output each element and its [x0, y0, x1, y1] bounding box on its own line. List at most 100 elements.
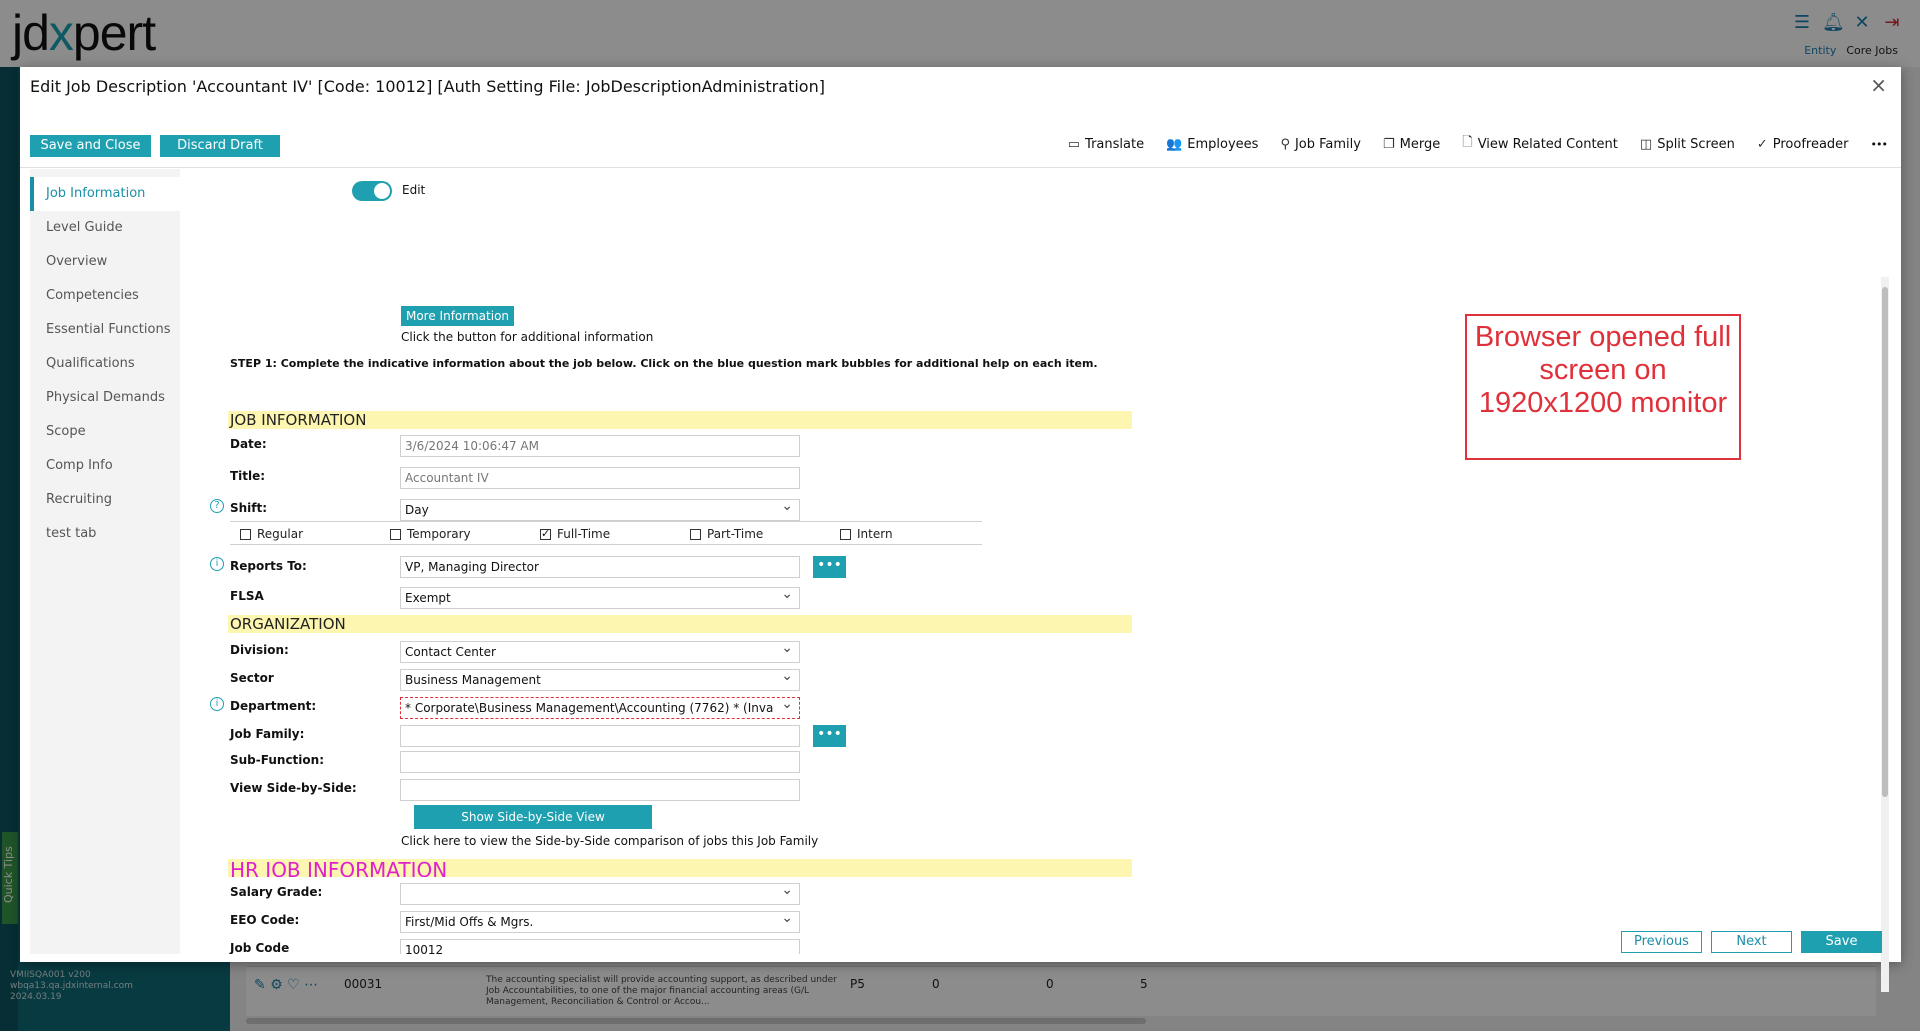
- checkbox-box[interactable]: [840, 528, 851, 540]
- salary-grade-select[interactable]: [400, 883, 800, 905]
- merge-button[interactable]: ❐ Merge: [1383, 137, 1440, 152]
- sub-function-label: Sub-Function:: [230, 753, 324, 767]
- job-information-form: Edit More Information Click the button f…: [180, 169, 1880, 954]
- employees-icon: 👥: [1166, 136, 1183, 152]
- shift-label: Shift:: [230, 501, 268, 515]
- job-information-header: JOB INFORMATION: [228, 411, 1132, 429]
- sector-select[interactable]: Business Management: [400, 669, 800, 691]
- employment-type-checkboxes: Regular Temporary Full-Time Part-Time In…: [230, 521, 982, 545]
- division-label: Division:: [230, 643, 289, 657]
- info-icon[interactable]: i: [210, 557, 224, 571]
- section-nav: Job Information Level Guide Overview Com…: [30, 169, 180, 954]
- nav-item-job-information[interactable]: Job Information: [30, 177, 180, 211]
- toolbar-label: Employees: [1187, 136, 1259, 152]
- proofreader-button[interactable]: ✓ Proofreader: [1757, 137, 1849, 152]
- organization-header: ORGANIZATION: [228, 615, 1132, 633]
- flsa-select[interactable]: Exempt: [400, 587, 800, 609]
- reports-to-label: Reports To:: [230, 559, 307, 573]
- discard-draft-button[interactable]: Discard Draft: [160, 135, 280, 157]
- shift-select[interactable]: Day: [400, 499, 800, 521]
- reports-to-lookup-button[interactable]: •••: [813, 556, 846, 578]
- nav-item-level-guide[interactable]: Level Guide: [30, 211, 180, 245]
- side-by-side-hint: Click here to view the Side-by-Side comp…: [401, 834, 819, 848]
- translate-icon: ▭: [1067, 136, 1081, 152]
- flsa-label: FLSA: [230, 589, 264, 603]
- merge-icon: ❐: [1382, 136, 1395, 152]
- translate-button[interactable]: ▭ Translate: [1068, 137, 1144, 152]
- checkbox-label: Temporary: [407, 527, 471, 541]
- nav-item-comp-info[interactable]: Comp Info: [30, 449, 180, 483]
- help-question-icon[interactable]: ?: [210, 499, 224, 513]
- intern-checkbox[interactable]: Intern: [840, 527, 893, 541]
- view-related-content-button[interactable]: 🗋 View Related Content: [1462, 133, 1618, 155]
- toolbar-label: Job Family: [1294, 136, 1361, 152]
- title-field: Accountant IV: [400, 467, 800, 489]
- job-family-field[interactable]: [400, 725, 800, 747]
- side-by-side-field[interactable]: [400, 779, 800, 801]
- nav-item-test-tab[interactable]: test tab: [30, 517, 180, 551]
- step-1-instructions: STEP 1: Complete the indicative informat…: [230, 357, 1098, 370]
- more-information-hint: Click the button for additional informat…: [401, 330, 654, 344]
- previous-button[interactable]: Previous: [1621, 931, 1702, 953]
- split-screen-button[interactable]: ◫ Split Screen: [1640, 137, 1735, 152]
- checkbox-box[interactable]: [540, 527, 551, 540]
- job-family-button[interactable]: ⚲ Job Family: [1280, 137, 1361, 152]
- more-options-icon[interactable]: •••: [1871, 138, 1888, 151]
- show-side-by-side-button[interactable]: Show Side-by-Side View: [414, 805, 652, 829]
- toolbar-divider: [20, 167, 1901, 168]
- reports-to-field[interactable]: VP, Managing Director: [400, 556, 800, 578]
- toolbar-label: Merge: [1399, 136, 1441, 152]
- checkbox-label: Full-Time: [557, 527, 611, 541]
- date-label: Date:: [230, 437, 267, 451]
- edit-toggle-label: Edit: [402, 183, 426, 197]
- close-icon[interactable]: ×: [1870, 73, 1887, 97]
- checkbox-box[interactable]: [690, 528, 701, 540]
- save-button[interactable]: Save: [1801, 931, 1882, 953]
- checkbox-label: Part-Time: [707, 527, 764, 541]
- job-family-lookup-button[interactable]: •••: [813, 725, 846, 747]
- department-label: Department:: [230, 699, 317, 713]
- modal-title: Edit Job Description 'Accountant IV' [Co…: [30, 77, 825, 96]
- date-field: 3/6/2024 10:06:47 AM: [400, 435, 800, 457]
- job-code-label: Job Code: [230, 941, 290, 954]
- job-code-field[interactable]: 10012: [400, 939, 800, 954]
- nav-item-recruiting[interactable]: Recruiting: [30, 483, 180, 517]
- nav-item-competencies[interactable]: Competencies: [30, 279, 180, 313]
- eeo-code-label: EEO Code:: [230, 913, 300, 927]
- more-information-button[interactable]: More Information: [401, 306, 514, 326]
- sub-function-field[interactable]: [400, 751, 800, 773]
- department-select[interactable]: * Corporate\Business Management\Accounti…: [400, 697, 800, 719]
- checkbox-box[interactable]: [240, 528, 251, 540]
- temporary-checkbox[interactable]: Temporary: [390, 527, 471, 541]
- next-button[interactable]: Next: [1711, 931, 1792, 953]
- scroll-thumb[interactable]: [1882, 287, 1888, 797]
- side-by-side-label: View Side-by-Side:: [230, 781, 357, 795]
- nav-item-physical-demands[interactable]: Physical Demands: [30, 381, 180, 415]
- regular-checkbox[interactable]: Regular: [240, 527, 303, 541]
- toolbar-label: Proofreader: [1772, 136, 1849, 152]
- part-time-checkbox[interactable]: Part-Time: [690, 527, 763, 541]
- division-select[interactable]: Contact Center: [400, 641, 800, 663]
- vertical-scrollbar[interactable]: [1881, 277, 1889, 992]
- save-and-close-button[interactable]: Save and Close: [30, 135, 151, 157]
- edit-job-modal: Edit Job Description 'Accountant IV' [Co…: [20, 67, 1901, 992]
- checkbox-label: Intern: [857, 527, 893, 541]
- toolbar-label: View Related Content: [1477, 136, 1618, 152]
- toolbar: ▭ Translate 👥 Employees ⚲ Job Family ❐ Merge…: [1068, 133, 1888, 155]
- hr-job-information-header: HR JOB INFORMATION: [228, 859, 1132, 877]
- checkbox-box[interactable]: [390, 528, 401, 540]
- job-family-label: Job Family:: [230, 727, 305, 741]
- proofreader-icon: ✓: [1756, 136, 1768, 152]
- employees-button[interactable]: 👥 Employees: [1166, 137, 1258, 152]
- sector-label: Sector: [230, 671, 274, 685]
- info-icon[interactable]: i: [210, 697, 224, 711]
- eeo-code-select[interactable]: First/Mid Offs & Mgrs.: [400, 911, 800, 933]
- document-icon: 🗋: [1462, 135, 1473, 150]
- nav-item-scope[interactable]: Scope: [30, 415, 180, 449]
- full-time-checkbox[interactable]: Full-Time: [540, 527, 610, 541]
- nav-item-qualifications[interactable]: Qualifications: [30, 347, 180, 381]
- nav-item-overview[interactable]: Overview: [30, 245, 180, 279]
- nav-item-essential-functions[interactable]: Essential Functions: [30, 313, 180, 347]
- edit-toggle[interactable]: [352, 181, 392, 201]
- salary-grade-label: Salary Grade:: [230, 885, 323, 899]
